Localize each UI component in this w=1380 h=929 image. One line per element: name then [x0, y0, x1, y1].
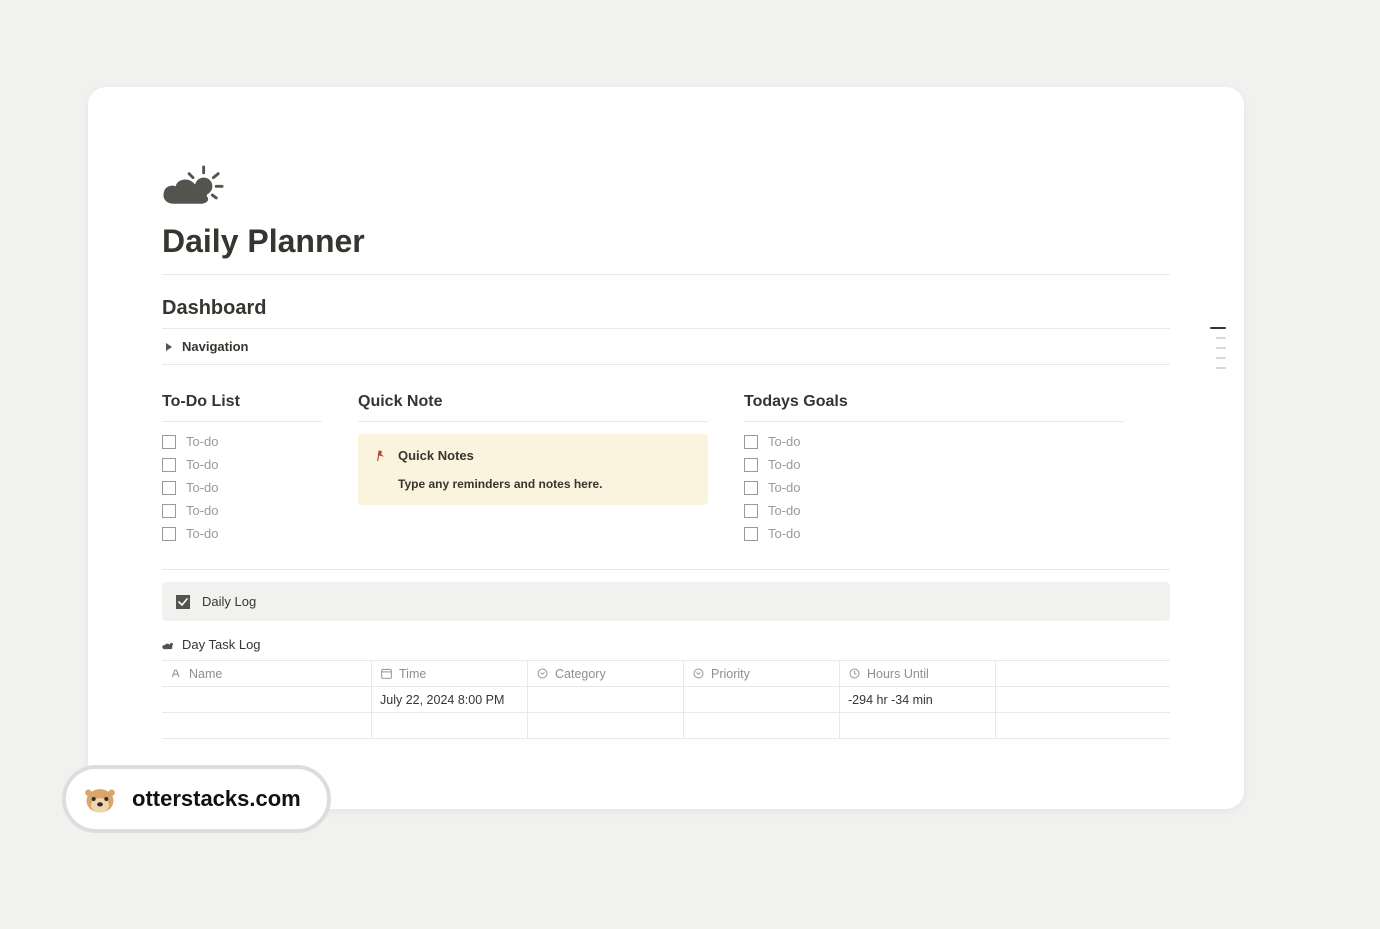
otter-icon: [82, 781, 118, 817]
quick-note-heading: Quick Note: [358, 393, 708, 422]
page-title: Daily Planner: [162, 223, 1170, 260]
todo-item[interactable]: To-do: [162, 526, 322, 541]
section-dashboard: Dashboard: [162, 297, 1170, 320]
col-time[interactable]: Time: [372, 661, 528, 686]
todo-item[interactable]: To-do: [162, 434, 322, 449]
watermark-text: otterstacks.com: [132, 786, 301, 812]
col-name-label: Name: [189, 667, 222, 681]
todo-item[interactable]: To-do: [162, 457, 322, 472]
cell-hours-until[interactable]: -294 hr -34 min: [840, 687, 996, 712]
goal-text: To-do: [768, 480, 801, 495]
col-hours-until[interactable]: Hours Until: [840, 661, 996, 686]
col-extra: [996, 661, 1170, 686]
goal-item[interactable]: To-do: [744, 457, 1124, 472]
goal-text: To-do: [768, 457, 801, 472]
checkbox-icon[interactable]: [744, 504, 758, 518]
goal-text: To-do: [768, 503, 801, 518]
weather-mini-icon: [162, 638, 176, 652]
checkbox-icon[interactable]: [162, 458, 176, 472]
col-category[interactable]: Category: [528, 661, 684, 686]
cell-extra: [996, 687, 1170, 712]
col-category-label: Category: [555, 667, 606, 681]
todo-item[interactable]: To-do: [162, 503, 322, 518]
checkbox-icon[interactable]: [744, 458, 758, 472]
column-goals: Todays Goals To-do To-do To-do: [744, 393, 1124, 541]
checkbox-checked-icon[interactable]: [176, 595, 190, 609]
cell-hours-until[interactable]: [840, 713, 996, 738]
cell-name[interactable]: [162, 713, 372, 738]
col-time-label: Time: [399, 667, 426, 681]
checkbox-icon[interactable]: [162, 481, 176, 495]
todo-text: To-do: [186, 526, 219, 541]
checkbox-icon[interactable]: [744, 481, 758, 495]
checkbox-icon[interactable]: [162, 435, 176, 449]
todo-heading: To-Do List: [162, 393, 322, 422]
checkbox-icon[interactable]: [744, 435, 758, 449]
cell-category[interactable]: [528, 687, 684, 712]
goal-text: To-do: [768, 434, 801, 449]
table-row[interactable]: July 22, 2024 8:00 PM -294 hr -34 min: [162, 687, 1170, 713]
checkbox-icon[interactable]: [162, 527, 176, 541]
daily-log-label: Daily Log: [202, 594, 256, 609]
text-icon: [170, 667, 183, 680]
cell-category[interactable]: [528, 713, 684, 738]
watermark-badge[interactable]: otterstacks.com: [62, 765, 331, 833]
divider: [162, 569, 1170, 570]
database-title-row[interactable]: Day Task Log: [162, 637, 1170, 652]
cell-name[interactable]: [162, 687, 372, 712]
goal-item[interactable]: To-do: [744, 434, 1124, 449]
column-todo: To-Do List To-do To-do To-do: [162, 393, 322, 541]
clock-icon: [848, 667, 861, 680]
checkbox-icon[interactable]: [162, 504, 176, 518]
col-name[interactable]: Name: [162, 661, 372, 686]
goals-heading: Todays Goals: [744, 393, 1124, 422]
cell-extra: [996, 713, 1170, 738]
col-priority-label: Priority: [711, 667, 750, 681]
column-quick-note: Quick Note Quick Notes Type any reminder…: [358, 393, 708, 505]
col-priority[interactable]: Priority: [684, 661, 840, 686]
triangle-right-icon: [166, 343, 172, 351]
calendar-icon: [380, 667, 393, 680]
divider: [162, 274, 1170, 275]
pin-icon: [371, 446, 390, 465]
quick-note-callout[interactable]: Quick Notes Type any reminders and notes…: [358, 434, 708, 505]
cell-priority[interactable]: [684, 713, 840, 738]
todo-text: To-do: [186, 503, 219, 518]
database-title: Day Task Log: [182, 637, 261, 652]
weather-icon[interactable]: [162, 165, 224, 207]
app-window: Daily Planner Dashboard Navigation To-Do…: [88, 87, 1244, 809]
select-icon: [536, 667, 549, 680]
col-hours-label: Hours Until: [867, 667, 929, 681]
todo-text: To-do: [186, 434, 219, 449]
cell-priority[interactable]: [684, 687, 840, 712]
day-task-log-table: Name Time Category Priority: [162, 660, 1170, 739]
quick-note-body[interactable]: Type any reminders and notes here.: [374, 477, 692, 491]
goal-text: To-do: [768, 526, 801, 541]
todo-text: To-do: [186, 480, 219, 495]
todo-text: To-do: [186, 457, 219, 472]
goal-item[interactable]: To-do: [744, 480, 1124, 495]
navigation-toggle[interactable]: Navigation: [162, 328, 1170, 365]
navigation-label: Navigation: [182, 339, 248, 354]
select-icon: [692, 667, 705, 680]
table-row[interactable]: [162, 713, 1170, 739]
goal-item[interactable]: To-do: [744, 526, 1124, 541]
table-header-row: Name Time Category Priority: [162, 661, 1170, 687]
quick-note-title: Quick Notes: [398, 448, 474, 463]
daily-log-bar[interactable]: Daily Log: [162, 582, 1170, 621]
todo-item[interactable]: To-do: [162, 480, 322, 495]
cell-time[interactable]: [372, 713, 528, 738]
cell-time[interactable]: July 22, 2024 8:00 PM: [372, 687, 528, 712]
goal-item[interactable]: To-do: [744, 503, 1124, 518]
checkbox-icon[interactable]: [744, 527, 758, 541]
